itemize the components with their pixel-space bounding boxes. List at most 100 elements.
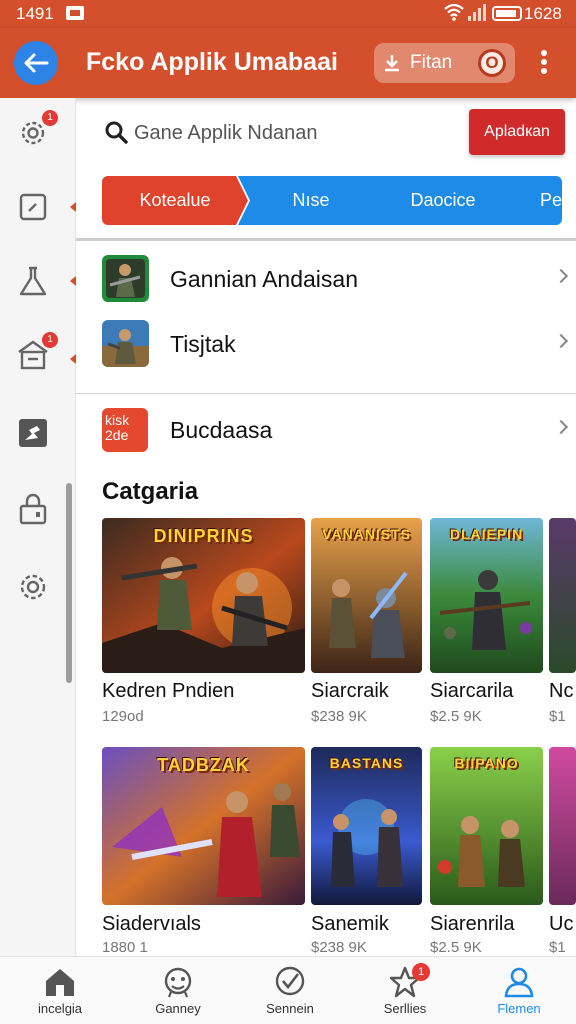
download-icon [385,55,399,72]
game-card[interactable]: DINIPRINS Kedren Pndien 129od [102,518,305,728]
battery-text: 1628 [524,4,562,23]
game-card[interactable]: VANANISTS Siarcraik $238 9K [311,518,422,728]
nav-label: incelgia [37,1001,83,1016]
signal-icon [468,4,486,21]
rail-caret [70,202,76,212]
list-item-label: Tisjtak [170,331,236,357]
battery-icon [492,6,522,21]
app-title: Fcko Applik Umabaai [86,48,338,76]
game-thumbnail [102,320,149,367]
card-title: Siadervıals [102,913,201,935]
game-art: BIIPANO [430,747,543,905]
check-badge-icon [275,966,305,996]
rail-item-gear[interactable]: 1 [16,110,58,152]
rail-badge: 1 [42,332,58,348]
bottom-nav: incelgia Ganney Sennein 1 Serllies Fleme… [0,956,576,1024]
card-title: Siarenrila [430,913,515,935]
record-icon[interactable]: O [478,49,506,77]
category-tabs: Kotealue Nıse Daocice Pe [102,176,562,225]
rail-scrollbar[interactable] [66,483,72,683]
arrow-left-icon [24,53,49,73]
game-art [549,518,576,673]
list-item[interactable]: Tisjtak [76,314,576,374]
nav-item-sennein[interactable]: Sennein [240,965,340,1023]
game-banner: TADBZAK [157,755,250,775]
nav-item-flemen[interactable]: Flemen [469,965,569,1023]
game-banner: DLAIEPIN [449,526,524,542]
game-banner: BASTANS [329,755,404,771]
game-card[interactable]: Nc $1 [549,518,576,728]
card-title: Siarcraik [311,680,389,702]
card-meta: $1 [549,939,566,956]
status-bar: 1491 1628 [0,0,576,28]
game-card[interactable]: DLAIEPIN Siarcarila $2.5 9K [430,518,543,728]
rail-item-settings[interactable] [16,570,52,606]
list-item-label: Bucdaasa [170,417,273,443]
home-icon [46,969,74,996]
message-icon [66,6,84,20]
nav-label: Serllies [383,1001,427,1016]
card-title: Siarcarila [430,680,514,702]
card-meta: $238 9K [311,708,367,725]
list-item[interactable]: Gannian Andaisan [76,249,576,309]
app-bar: Fcko Applik Umabaai Fitan O [0,28,576,98]
flask-icon [19,266,47,296]
nav-badge: 1 [412,963,430,981]
game-banner: VANANISTS [322,526,411,542]
list-item-label: Gannian Andaisan [170,266,358,292]
card-meta: $2.5 9K [430,708,482,725]
tab-divider [76,238,576,241]
game-art [549,747,576,905]
rail-item-lock[interactable] [16,492,52,528]
chevron-right-icon [553,268,569,284]
tab-nise[interactable]: Nıse [238,176,384,225]
game-banner: DINIPRINS [153,526,254,546]
game-card[interactable]: BASTANS Sanemik $238 9K [311,747,422,957]
card-meta: $2.5 9K [430,939,482,956]
filter-button[interactable]: Fitan O [374,43,515,83]
game-card[interactable]: TADBZAK Siadervıals 1880 1 [102,747,305,957]
rail-item-puzzle[interactable] [16,416,52,452]
card-meta: $1 [549,708,566,725]
card-title: Nc [549,680,574,702]
chevron-right-icon [553,333,569,349]
divider [76,393,576,394]
card-title: Uc [549,913,574,935]
side-rail: 1 1 [0,98,76,956]
filter-label: Fitan [410,52,453,73]
lock-icon [19,493,47,525]
nav-label: Ganney [155,1001,201,1016]
search-input[interactable] [134,116,454,150]
note-icon [19,193,47,221]
card-meta: 1880 1 [102,939,148,956]
rail-item-store[interactable]: 1 [16,332,58,374]
nav-item-series[interactable]: 1 Serllies [355,963,455,1023]
back-button[interactable] [14,41,58,85]
upload-button[interactable]: Apladкan [469,109,565,155]
tab-kotealue[interactable]: Kotealue [102,176,248,225]
game-art: VANANISTS [311,518,422,673]
game-art: TADBZAK [102,747,305,905]
user-icon [504,967,534,998]
game-card[interactable]: BIIPANO Siarenrila $2.5 9K [430,747,543,957]
game-banner: BIIPANO [454,755,519,771]
card-title: Sanemik [311,913,389,935]
rail-item-note[interactable] [16,190,52,226]
game-art: DLAIEPIN [430,518,543,673]
rail-item-flask[interactable] [16,264,52,300]
list-item[interactable]: kisk 2de Bucdaasa [76,400,576,460]
settings-icon [20,574,46,600]
game-card[interactable]: Uc $1 [549,747,576,957]
game-art: BASTANS [311,747,422,905]
search-icon [105,121,128,144]
puzzle-icon [19,419,47,447]
status-time: 1491 [16,4,54,23]
tab-daocice[interactable]: Daocice [370,176,516,225]
wifi-icon [444,3,464,21]
card-meta: 129od [102,708,144,725]
card-title: Kedren Pndien [102,680,235,702]
nav-item-games[interactable]: Ganney [128,965,228,1023]
app-logo: kisk 2de [102,408,148,452]
more-options-button[interactable] [536,48,552,80]
nav-item-home[interactable]: incelgia [10,965,110,1023]
